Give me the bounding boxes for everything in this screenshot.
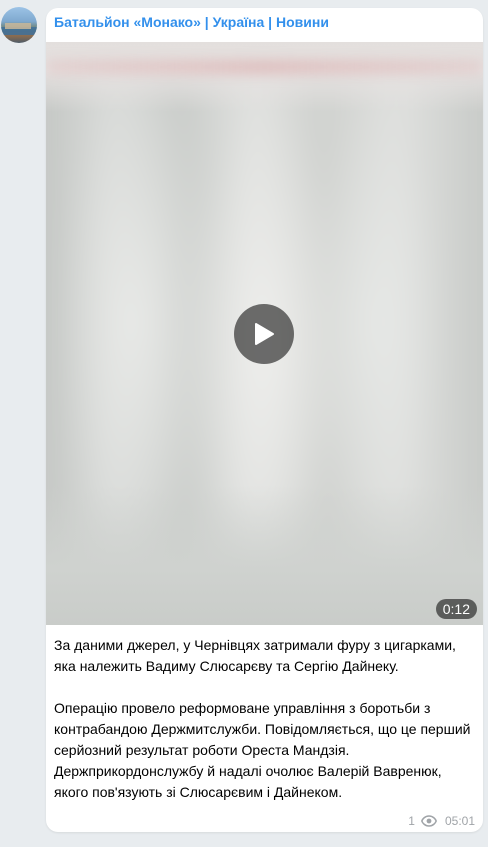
message-paragraph: За даними джерел, у Чернівцях затримали … — [54, 637, 456, 674]
channel-name[interactable]: Батальйон «Монако» | Україна | Новини — [54, 14, 329, 30]
video-floor — [46, 485, 483, 625]
message-meta: 1 05:01 — [408, 814, 475, 828]
video-red-stripe — [46, 60, 483, 74]
view-count: 1 — [408, 814, 415, 828]
video-ceiling — [46, 42, 483, 112]
video-preview[interactable]: 0:12 — [46, 42, 483, 625]
eye-icon — [420, 815, 437, 827]
message-time: 05:01 — [444, 814, 475, 828]
video-duration: 0:12 — [435, 599, 477, 619]
message-bubble: Батальйон «Монако» | Україна | Новини 0:… — [46, 8, 483, 832]
message-text: За даними джерел, у Чернівцях затримали … — [54, 635, 474, 803]
play-button[interactable] — [234, 304, 294, 364]
avatar-town — [5, 23, 31, 29]
message-paragraph: Операцію провело реформоване управління … — [54, 700, 471, 800]
play-icon — [255, 323, 274, 345]
channel-avatar[interactable] — [1, 7, 37, 43]
